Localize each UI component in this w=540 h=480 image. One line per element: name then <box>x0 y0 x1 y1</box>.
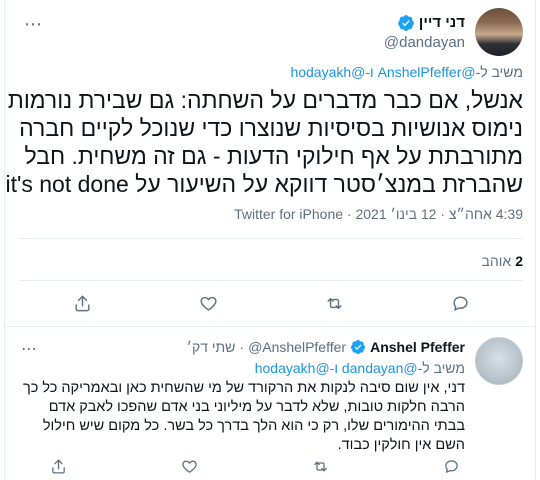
tweet-header: דני דיין @dandayan <box>384 8 523 56</box>
replying-to-prefix: משיב ל- <box>475 64 523 80</box>
conversation-panel: ⋯ דני דיין @dandayan משיב ל-@AnshelPfeff… <box>4 0 536 480</box>
replying-to-users-link[interactable]: @AnshelPfeffer ו-@hodayakh <box>290 64 475 80</box>
tweet-text-line: דני, אין שום סיבה לנקות את הרקורד של מי … <box>22 380 465 396</box>
divider <box>19 280 523 281</box>
like-icon[interactable] <box>195 290 221 316</box>
tweet-actions <box>45 453 465 479</box>
more-icon[interactable]: ⋯ <box>21 12 45 36</box>
author-handle[interactable]: @AnshelPfeffer <box>248 339 346 355</box>
tweet-text-line: אנשל, אם כבר מדברים על השחתה: גם שבירת נ… <box>7 87 523 113</box>
reply-icon[interactable] <box>447 290 473 316</box>
tweet-text-line: נימוס אנושיות בסיסיות שנוצרו כדי שנוכל ל… <box>19 115 523 141</box>
tweet-text-line: שהברזת במנצ׳סטר דווקא על השיעור על it's … <box>5 171 523 197</box>
main-tweet: ⋯ דני דיין @dandayan משיב ל-@AnshelPfeff… <box>5 0 537 320</box>
replying-to: משיב ל-@dandayan ו-@hodayakh <box>255 360 465 376</box>
name-row: דני דיין <box>397 14 465 32</box>
more-icon[interactable]: ⋯ <box>21 339 37 359</box>
retweet-icon[interactable] <box>321 290 347 316</box>
reply-icon[interactable] <box>439 453 465 479</box>
avatar[interactable] <box>475 8 523 56</box>
tweet-text-line: בבתי ההימורים שלו, רק כי הוא הלך בדרך כל… <box>42 418 465 434</box>
replying-to-prefix: משיב ל- <box>417 360 465 376</box>
share-icon[interactable] <box>45 453 71 479</box>
likes-label: אוהב <box>481 253 512 269</box>
like-icon[interactable] <box>176 453 202 479</box>
author-name[interactable]: דני דיין <box>419 14 465 31</box>
tweet-text: דני, אין שום סיבה לנקות את הרקורד של מי … <box>19 379 465 455</box>
tweet-actions <box>19 290 523 316</box>
verified-badge-icon <box>351 340 366 354</box>
divider <box>19 238 523 239</box>
tweet-timestamp[interactable]: 4:39 אחה״צ · 12 בינו׳ 2021 · Twitter for… <box>234 206 523 222</box>
avatar[interactable] <box>475 337 523 385</box>
tweet-date[interactable]: שתי דק׳ <box>187 339 236 355</box>
replying-to-users-link[interactable]: @dandayan ו-@hodayakh <box>255 360 418 376</box>
reply-tweet[interactable]: ⋯ Anshel Pfeffer @AnshelPfeffer · שתי דק… <box>5 327 537 480</box>
likes-count: 2 <box>515 253 523 269</box>
author-names: דני דיין @dandayan <box>384 14 465 51</box>
author-name[interactable]: Anshel Pfeffer <box>370 339 465 355</box>
retweet-icon[interactable] <box>308 453 334 479</box>
replying-to: משיב ל-@AnshelPfeffer ו-@hodayakh <box>290 64 523 80</box>
tweet-text-line: הרבה חלקות טובות, שלא לדבר על מיליוני בנ… <box>48 399 465 415</box>
verified-badge-icon <box>397 14 414 31</box>
share-icon[interactable] <box>69 290 95 316</box>
likes-count-link[interactable]: 2אוהב <box>482 253 523 269</box>
tweet-text-line: מתורבתת על אף חילוקי הדעות - גם זה משחית… <box>24 143 523 169</box>
author-handle[interactable]: @dandayan <box>384 34 465 51</box>
reply-header: Anshel Pfeffer @AnshelPfeffer · שתי דק׳ <box>187 339 465 355</box>
separator-dot: · <box>239 339 245 355</box>
tweet-text: אנשל, אם כבר מדברים על השחתה: גם שבירת נ… <box>5 86 523 198</box>
